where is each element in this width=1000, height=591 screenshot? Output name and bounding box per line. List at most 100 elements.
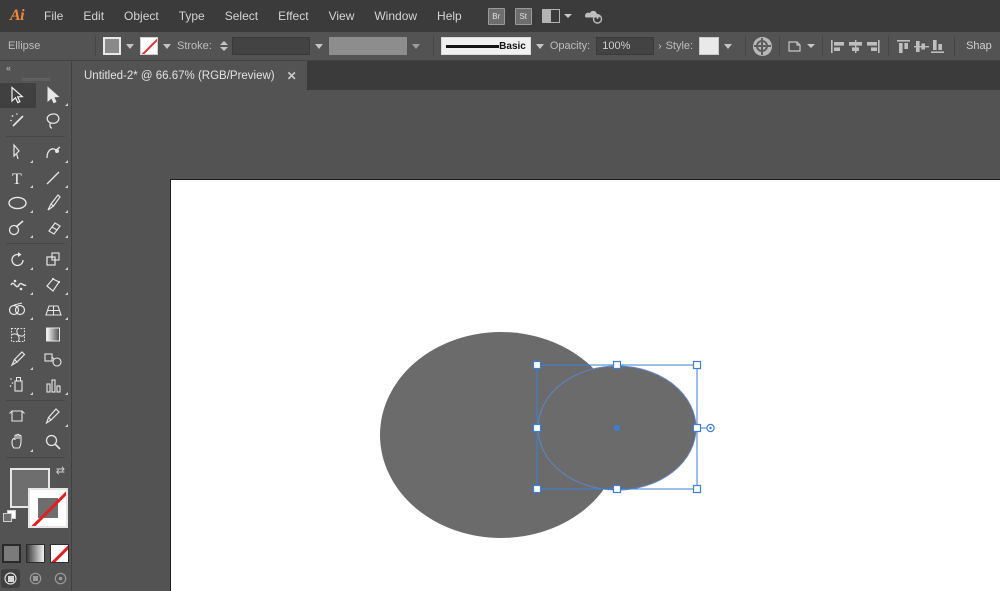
align-vertical-center-icon[interactable] <box>913 39 930 54</box>
fill-dropdown-chevron-down-icon[interactable] <box>126 43 134 49</box>
style-label: Style: <box>665 40 694 52</box>
menu-item-window[interactable]: Window <box>364 0 427 32</box>
close-icon[interactable]: ✕ <box>287 69 297 83</box>
align-left-icon[interactable] <box>830 39 847 54</box>
drawing-mode-behind-button[interactable] <box>26 569 45 588</box>
stroke-swatch[interactable] <box>140 37 158 55</box>
style-chevron-down-icon[interactable] <box>724 43 733 49</box>
direct-selection-tool[interactable] <box>36 83 72 108</box>
align-top-icon[interactable] <box>896 39 913 54</box>
handle-middle-right <box>692 423 702 433</box>
gradient-tool[interactable] <box>36 322 72 347</box>
handle-top-left <box>532 360 542 370</box>
stroke-dropdown-chevron-down-icon[interactable] <box>163 43 171 49</box>
divider <box>6 457 65 458</box>
drawing-mode-normal-button[interactable] <box>1 569 20 588</box>
width-tool[interactable] <box>0 272 36 297</box>
align-bottom-icon[interactable] <box>930 39 947 54</box>
brush-chevron-down-icon[interactable] <box>535 43 544 49</box>
recolor-artwork-icon[interactable] <box>753 36 773 56</box>
stroke-profile-select[interactable] <box>328 37 407 55</box>
align-horizontal-center-icon[interactable] <box>847 39 864 54</box>
perspective-grid-tool[interactable] <box>36 297 72 322</box>
blend-tool[interactable] <box>36 347 72 372</box>
menu-item-view[interactable]: View <box>319 0 365 32</box>
zoom-tool[interactable] <box>36 429 72 454</box>
stroke-weight-chevron-down-icon[interactable] <box>314 43 323 49</box>
gradient-mode-button[interactable] <box>26 544 45 563</box>
fill-swatch[interactable] <box>103 37 121 55</box>
canvas-area[interactable]: | <box>72 90 1000 591</box>
eyedropper-tool[interactable] <box>0 347 36 372</box>
pen-tool[interactable] <box>0 140 36 165</box>
opacity-label: Opacity: <box>549 40 591 52</box>
object-type-label: Ellipse <box>8 40 41 52</box>
paintbrush-tool[interactable] <box>36 190 72 215</box>
control-bar-overflow-label[interactable]: Shap <box>966 40 992 52</box>
menu-item-help[interactable]: Help <box>427 0 472 32</box>
lasso-tool[interactable] <box>36 108 72 133</box>
shaper-tool[interactable] <box>0 215 36 240</box>
divider <box>779 36 781 56</box>
menu-item-edit[interactable]: Edit <box>73 0 114 32</box>
divider <box>954 36 956 56</box>
stroke-weight-input[interactable] <box>231 37 310 55</box>
menu-item-object[interactable]: Object <box>114 0 169 32</box>
tool-group-transform <box>0 247 71 397</box>
document-tab-title: Untitled-2* @ 66.67% (RGB/Preview) <box>84 69 275 82</box>
document-tab[interactable]: Untitled-2* @ 66.67% (RGB/Preview) ✕ <box>72 61 307 90</box>
slice-tool[interactable] <box>36 404 72 429</box>
svg-text:T: T <box>12 171 22 187</box>
menu-item-effect[interactable]: Effect <box>268 0 318 32</box>
brush-definition-select[interactable]: Basic <box>440 37 531 55</box>
creative-cloud-sync-icon[interactable] <box>582 7 604 25</box>
color-mode-button[interactable] <box>2 544 21 563</box>
default-fill-stroke-icon[interactable] <box>3 510 16 523</box>
stroke-profile-chevron-down-icon[interactable] <box>411 43 420 49</box>
artwork-layer <box>380 332 715 538</box>
ellipse-tool[interactable] <box>0 190 36 215</box>
magic-wand-tool[interactable] <box>0 108 36 133</box>
handle-bottom-left <box>532 484 542 494</box>
brush-name-label: Basic <box>499 40 526 52</box>
divider <box>6 243 65 244</box>
artboard-tool[interactable] <box>0 404 36 429</box>
column-graph-tool[interactable] <box>36 372 72 397</box>
eraser-tool[interactable] <box>36 215 72 240</box>
opacity-options-chevron-right-icon[interactable]: › <box>658 41 661 52</box>
rotate-tool[interactable] <box>0 247 36 272</box>
graphic-style-swatch[interactable] <box>699 37 720 55</box>
menu-item-file[interactable]: File <box>34 0 73 32</box>
curvature-tool[interactable] <box>36 140 72 165</box>
scale-tool[interactable] <box>36 247 72 272</box>
mesh-tool[interactable] <box>0 322 36 347</box>
divider <box>6 136 65 137</box>
drawing-mode-inside-button[interactable] <box>51 569 70 588</box>
none-mode-button[interactable] <box>50 544 69 563</box>
opacity-input[interactable]: 100% <box>596 37 655 55</box>
hand-tool[interactable] <box>0 429 36 454</box>
bridge-icon[interactable]: Br <box>487 7 505 25</box>
align-right-icon[interactable] <box>864 39 881 54</box>
tools-panel-collapse-button[interactable]: « <box>0 61 71 75</box>
line-segment-tool[interactable] <box>36 165 72 190</box>
free-transform-tool[interactable] <box>36 272 72 297</box>
transform-options-icon[interactable] <box>787 39 816 54</box>
tools-panel-drag-handle[interactable] <box>0 75 71 83</box>
fill-stroke-controls: ⇄ <box>0 462 71 542</box>
symbol-sprayer-tool[interactable] <box>0 372 36 397</box>
shape-builder-tool[interactable] <box>0 297 36 322</box>
stroke-label: Stroke: <box>177 40 212 52</box>
menu-item-type[interactable]: Type <box>169 0 215 32</box>
selection-tool[interactable] <box>0 83 36 108</box>
drawing-mode-buttons <box>0 569 71 588</box>
stroke-weight-stepper[interactable] <box>219 41 228 51</box>
stroke-color-swatch[interactable] <box>28 488 68 528</box>
stock-icon[interactable]: St <box>514 7 532 25</box>
arrange-documents-icon[interactable] <box>541 9 572 23</box>
handle-middle-left <box>532 423 542 433</box>
menu-item-select[interactable]: Select <box>215 0 268 32</box>
document-tab-bar: Untitled-2* @ 66.67% (RGB/Preview) ✕ <box>0 61 1000 90</box>
swap-fill-stroke-icon[interactable]: ⇄ <box>56 464 65 477</box>
type-tool[interactable]: T <box>0 165 36 190</box>
